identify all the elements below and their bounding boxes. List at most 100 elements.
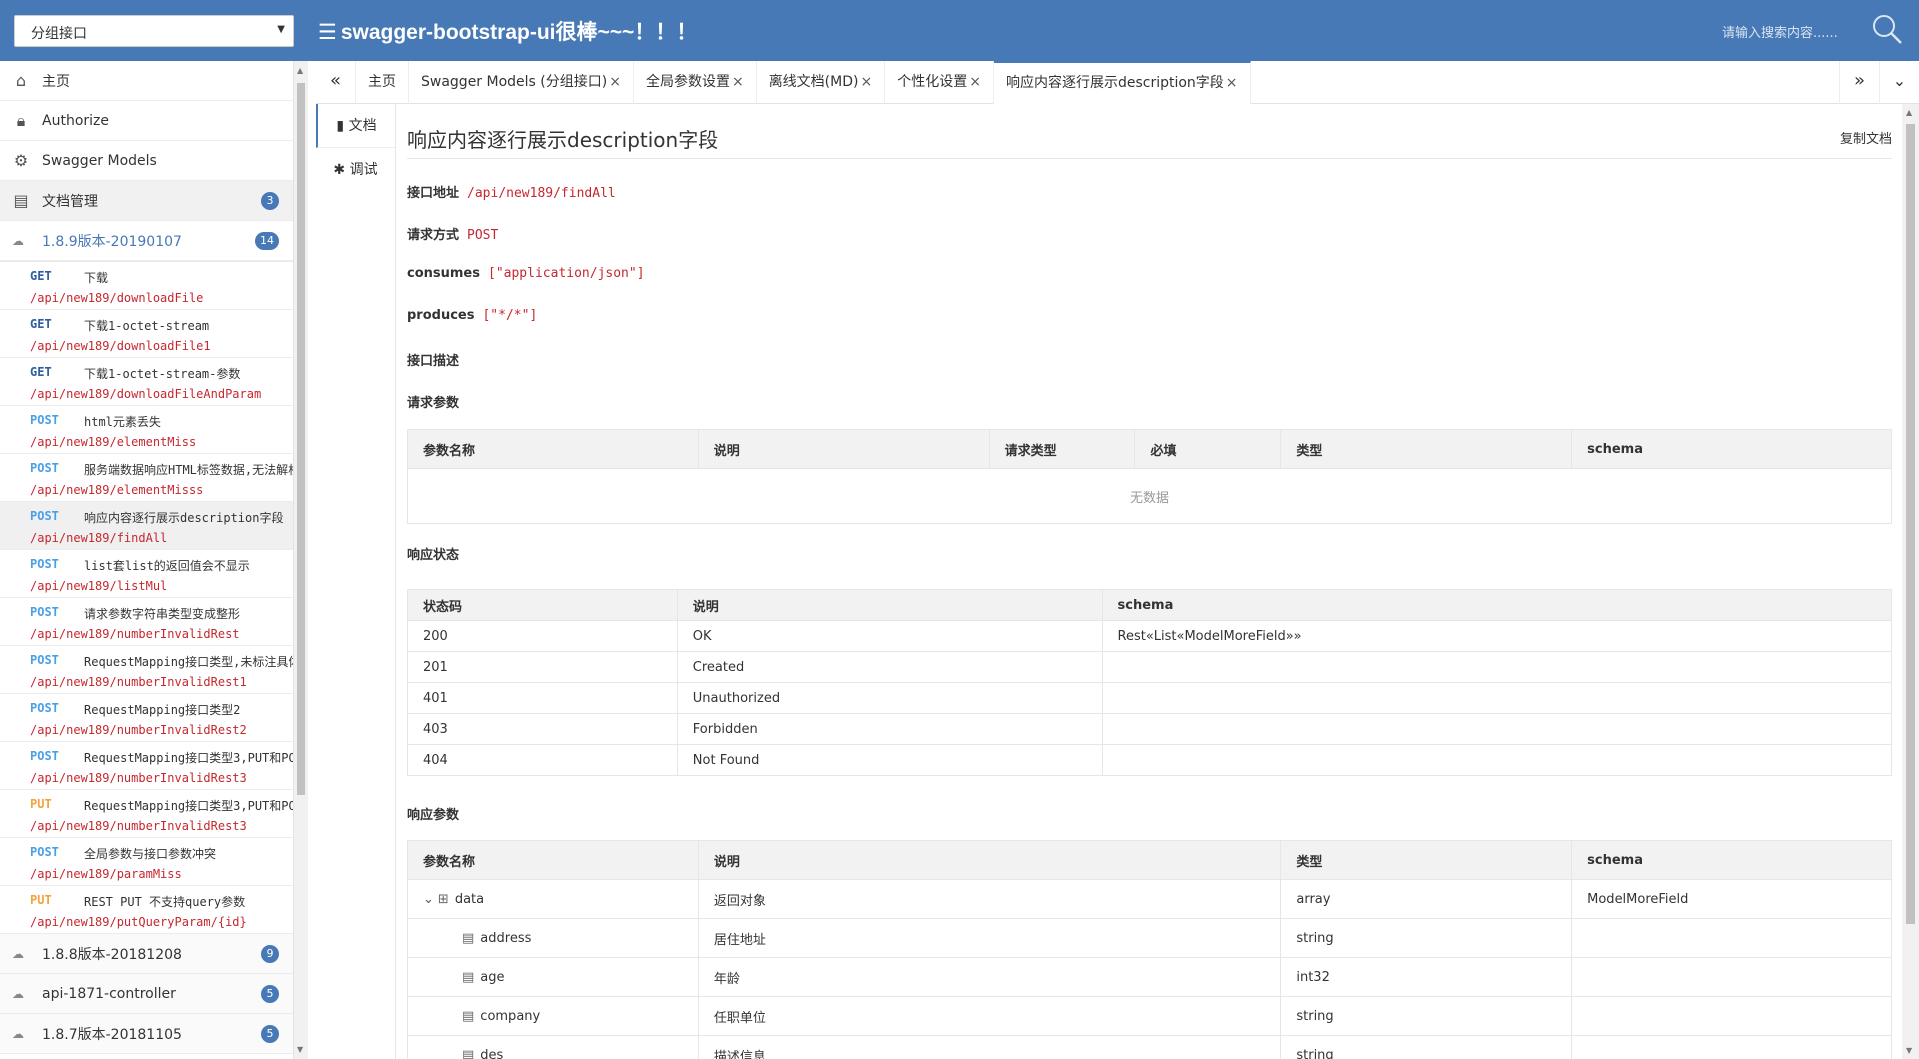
table-cell: OK xyxy=(676,620,1103,652)
column-header: 请求类型 xyxy=(988,429,1136,469)
param-name-cell: ▤ des xyxy=(407,1035,699,1059)
tab-doc[interactable]: ▮ 文档 xyxy=(316,104,395,148)
table-cell: 404 xyxy=(407,744,678,776)
api-list-item[interactable]: POST 请求参数字符串类型变成整形/api/new189/numberInval… xyxy=(0,598,293,646)
table-row: ▤ des 描述信息 string xyxy=(407,1035,1892,1059)
http-method: POST xyxy=(30,845,59,859)
sidebar-group[interactable]: ☁ api-1871-controller 5 xyxy=(0,974,293,1014)
tab-item[interactable]: 主页 xyxy=(356,61,409,104)
search-input[interactable]: 请输入搜索内容...... xyxy=(1722,22,1862,41)
tab-label: 离线文档(MD) xyxy=(768,74,859,90)
tab-label: 主页 xyxy=(368,74,396,90)
api-path: /api/new189/numberInvalidRest xyxy=(30,627,240,641)
table-row: 403 Forbidden xyxy=(407,713,1892,745)
api-summary: list套list的返回值会不显示 xyxy=(84,559,250,573)
api-list-item[interactable]: GET 下载/api/new189/downloadFile xyxy=(0,262,293,310)
group-select[interactable]: 分组接口 ▼ xyxy=(14,15,294,47)
api-list-item[interactable]: POST RequestMapping接口类型2/api/new189/numbe… xyxy=(0,694,293,742)
produces-value: ["*/*"] xyxy=(482,308,538,323)
http-method: GET xyxy=(30,365,52,379)
api-path: /api/new189/elementMisss xyxy=(30,483,204,497)
close-icon[interactable]: × xyxy=(609,74,621,90)
api-list-item[interactable]: POST 服务端数据响应HTML标签数据,无法解析/api/new189/elem… xyxy=(0,454,293,502)
table-cell xyxy=(1101,682,1892,714)
api-desc-label: 接口描述 xyxy=(407,354,460,369)
tabs: 主页 Swagger Models (分组接口) × 全局参数设置 × 离线文档(MD) ×… xyxy=(356,61,1251,104)
menu-icon[interactable]: ☰ xyxy=(318,21,337,44)
tab-item[interactable]: 个性化设置 × xyxy=(885,61,994,104)
tab-item[interactable]: 响应内容逐行展示description字段 × xyxy=(993,61,1251,104)
copy-doc-button[interactable]: 复制文档 xyxy=(1840,128,1892,147)
http-method: POST xyxy=(30,413,59,427)
table-cell: 403 xyxy=(407,713,678,745)
table-row: 404 Not Found xyxy=(407,744,1892,776)
api-url: /api/new189/findAll xyxy=(467,186,616,201)
api-path: /api/new189/downloadFile xyxy=(30,291,204,305)
sidebar-group[interactable]: ☁ 1.8.8版本-20181208 9 xyxy=(0,934,293,974)
api-list-item[interactable]: PUT RequestMapping接口类型3,PUT和POST/api/new1… xyxy=(0,790,293,838)
tab-item[interactable]: 离线文档(MD) × xyxy=(757,61,886,104)
scroll-down-icon[interactable]: ▼ xyxy=(1906,1046,1912,1055)
sidebar-item-home[interactable]: ⌂ 主页 xyxy=(0,61,293,101)
grid-icon: ⊞ xyxy=(437,891,449,907)
home-icon: ⌂ xyxy=(15,71,27,90)
api-list-item[interactable]: GET 下载1-octet-stream-参数/api/new189/downlo… xyxy=(0,358,293,406)
api-summary: html元素丢失 xyxy=(84,415,161,429)
scrollbar-thumb[interactable] xyxy=(1906,124,1915,924)
tab-item[interactable]: 全局参数设置 × xyxy=(634,61,757,104)
http-method: GET xyxy=(30,317,52,331)
param-name-cell: ▤ address xyxy=(407,918,699,958)
content-scrollbar[interactable]: ▲ ▼ xyxy=(1902,104,1919,1059)
bug-icon: ✱ xyxy=(333,162,346,178)
table-cell: array xyxy=(1280,879,1573,919)
scroll-up-icon[interactable]: ▲ xyxy=(297,66,303,75)
tab-label: 全局参数设置 xyxy=(645,74,730,90)
tab-scroll-left-icon[interactable]: « xyxy=(316,61,356,104)
table-cell: Forbidden xyxy=(676,713,1103,745)
close-icon[interactable]: × xyxy=(732,74,744,90)
search-icon[interactable] xyxy=(1870,12,1904,46)
close-icon[interactable]: × xyxy=(969,74,981,90)
table-cell: ModelMoreField xyxy=(1571,879,1892,919)
table-row: 200 OK Rest«List«ModelMoreField»» xyxy=(407,620,1892,652)
api-list-item[interactable]: POST list套list的返回值会不显示/api/new189/listMul xyxy=(0,550,293,598)
api-path: /api/new189/numberInvalidRest1 xyxy=(30,675,247,689)
sidebar-item-models[interactable]: ⚙ Swagger Models xyxy=(0,141,293,181)
api-list-item[interactable]: POST 全局参数与接口参数冲突/api/new189/paramMiss xyxy=(0,838,293,886)
tab-item[interactable]: Swagger Models (分组接口) × xyxy=(409,61,634,104)
sidebar-item-authorize[interactable]: 🔒︎ Authorize xyxy=(0,101,293,141)
close-icon[interactable]: × xyxy=(860,74,872,90)
chevron-down-icon[interactable]: ⌄ xyxy=(423,892,434,907)
param-name-cell: ▤ age xyxy=(407,957,699,997)
scrollbar-thumb[interactable] xyxy=(297,83,305,795)
sidebar-group[interactable]: ☁ 1.8.9版本-20190107 14 xyxy=(0,221,293,261)
tab-menu-icon[interactable]: ⌄ xyxy=(1879,61,1919,104)
sidebar-item-doc-manage[interactable]: ▤ 文档管理 3 xyxy=(0,181,293,221)
file-icon: ▤ xyxy=(462,969,475,985)
scroll-up-icon[interactable]: ▲ xyxy=(1906,108,1912,117)
param-name: des xyxy=(480,1047,504,1059)
count-badge: 3 xyxy=(261,192,279,210)
api-summary: 下载1-octet-stream xyxy=(84,319,210,333)
scroll-down-icon[interactable]: ▼ xyxy=(297,1045,303,1054)
column-header: 说明 xyxy=(676,589,1103,621)
api-list-item[interactable]: POST RequestMapping接口类型,未标注具体/api/new189/… xyxy=(0,646,293,694)
api-path: /api/new189/numberInvalidRest3 xyxy=(30,819,247,833)
sidebar-group[interactable]: ☁ 1.8.7版本-20181105 5 xyxy=(0,1014,293,1054)
count-badge: 5 xyxy=(261,1025,279,1043)
table-row: 401 Unauthorized xyxy=(407,682,1892,714)
close-icon[interactable]: × xyxy=(1226,75,1238,91)
api-list-item[interactable]: POST RequestMapping接口类型3,PUT和POST/api/new… xyxy=(0,742,293,790)
api-list-item[interactable]: POST html元素丢失/api/new189/elementMiss xyxy=(0,406,293,454)
sidebar-scrollbar[interactable]: ▲ ▼ xyxy=(294,61,308,1059)
api-list-item[interactable]: GET 下载1-octet-stream/api/new189/downloadF… xyxy=(0,310,293,358)
top-bar: 分组接口 ▼ ☰ swagger-bootstrap-ui很棒~~~！！！ 请输入… xyxy=(0,0,1919,61)
api-list-item[interactable]: POST 响应内容逐行展示description字段/api/new189/fin… xyxy=(0,502,293,550)
file-icon: ▤ xyxy=(462,930,475,946)
tab-debug[interactable]: ✱ 调试 xyxy=(316,148,395,192)
http-method: POST xyxy=(30,461,59,475)
tab-scroll-right-icon[interactable]: » xyxy=(1839,61,1879,104)
app-title-text: swagger-bootstrap-ui很棒~~~！！！ xyxy=(340,21,698,44)
count-badge: 9 xyxy=(261,945,279,963)
api-list-item[interactable]: PUT REST PUT 不支持query参数/api/new189/putQue… xyxy=(0,886,293,934)
